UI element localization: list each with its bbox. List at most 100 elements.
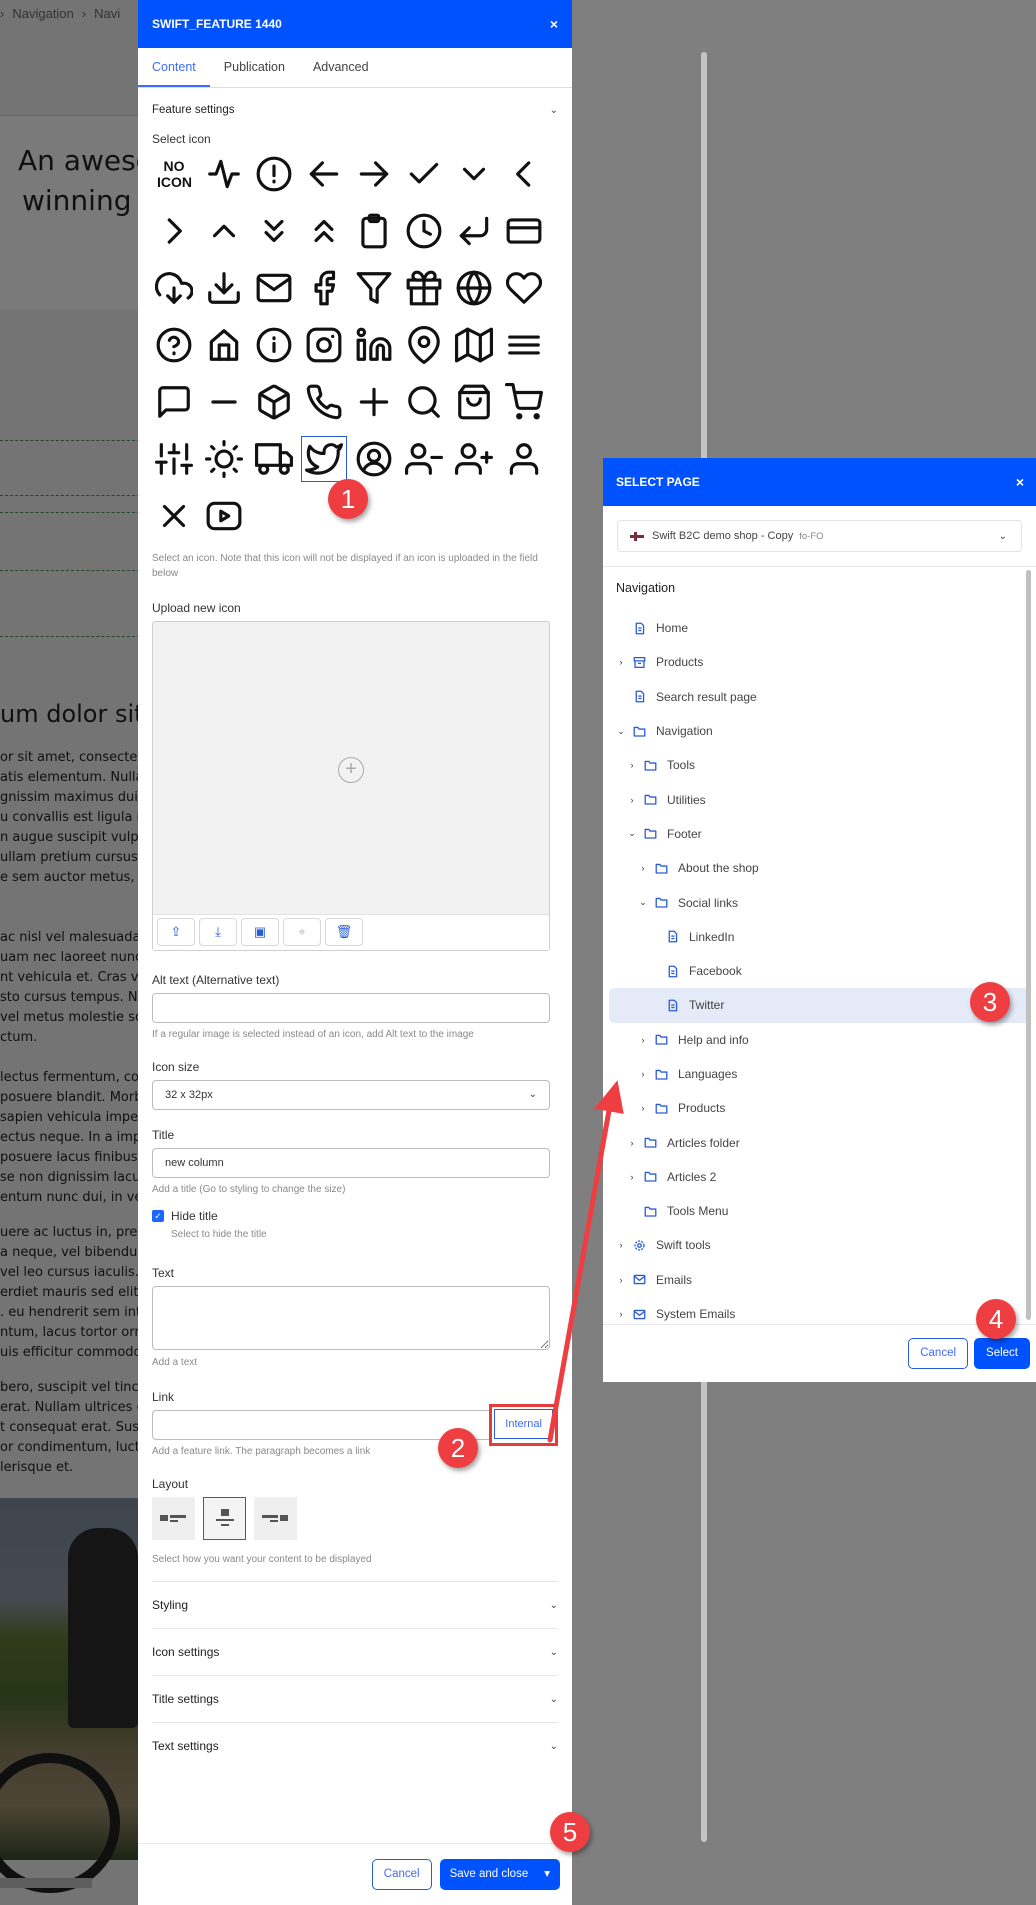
tree-item-products[interactable]: › Products [609, 1091, 1030, 1125]
section-title-settings[interactable]: Title settings ⌄ [152, 1675, 558, 1722]
alt-text-input[interactable] [152, 993, 550, 1023]
chevron-right-icon[interactable]: › [616, 657, 626, 667]
chevron-right-icon[interactable]: › [638, 1035, 648, 1045]
chevron-right-icon[interactable]: › [627, 1172, 637, 1182]
facebook-icon[interactable] [302, 266, 346, 310]
phone-icon[interactable] [302, 380, 346, 424]
arrow-right-icon[interactable] [352, 152, 396, 196]
tree-item-about-the-shop[interactable]: › About the shop [609, 851, 1030, 885]
chevron-right-icon[interactable]: › [616, 1275, 626, 1285]
tree-scrollbar[interactable] [1026, 570, 1031, 1320]
internal-link-button[interactable]: Internal [494, 1409, 553, 1439]
chevron-right-icon[interactable]: › [627, 1138, 637, 1148]
hide-title-checkbox[interactable]: ✓ [152, 1210, 164, 1222]
search-icon[interactable] [402, 380, 446, 424]
help-circle-icon[interactable] [152, 323, 196, 367]
tab-publication[interactable]: Publication [210, 48, 299, 87]
tree-item-languages[interactable]: › Languages [609, 1057, 1030, 1091]
hide-title-checkbox-row[interactable]: ✓ Hide title [152, 1209, 558, 1223]
truck-icon[interactable] [252, 437, 296, 481]
chevron-down-icon[interactable]: ⌄ [616, 726, 626, 737]
arrow-left-icon[interactable] [302, 152, 346, 196]
home-icon[interactable] [202, 323, 246, 367]
minus-icon[interactable] [202, 380, 246, 424]
credit-card-icon[interactable] [502, 209, 546, 253]
icon-size-select[interactable]: 32 x 32px ⌄ [152, 1080, 550, 1110]
message-square-icon[interactable] [152, 380, 196, 424]
tree-item-home[interactable]: Home [609, 611, 1030, 645]
layout-image-left[interactable] [152, 1497, 195, 1540]
clock-icon[interactable] [402, 209, 446, 253]
chevron-up-icon[interactable] [202, 209, 246, 253]
tree-item-articles-2[interactable]: › Articles 2 [609, 1160, 1030, 1194]
section-styling[interactable]: Styling ⌄ [152, 1581, 558, 1628]
map-icon[interactable] [452, 323, 496, 367]
globe-icon[interactable] [452, 266, 496, 310]
upload-dropzone[interactable]: + ⇪ ⤓ ▣ ⌖ 🗑 [152, 621, 550, 951]
sun-icon[interactable] [202, 437, 246, 481]
activity-icon[interactable] [202, 152, 246, 196]
tree-item-social-links[interactable]: ⌄ Social links [609, 885, 1030, 919]
tree-item-facebook[interactable]: Facebook [609, 954, 1030, 988]
section-icon-settings[interactable]: Icon settings ⌄ [152, 1628, 558, 1675]
cancel-button[interactable]: Cancel [371, 1859, 432, 1890]
map-pin-icon[interactable] [402, 323, 446, 367]
tab-advanced[interactable]: Advanced [299, 48, 383, 87]
tree-item-tools-menu[interactable]: Tools Menu [609, 1194, 1030, 1228]
mail-icon[interactable] [252, 266, 296, 310]
clipboard-icon[interactable] [352, 209, 396, 253]
info-icon[interactable] [252, 323, 296, 367]
folder-plus-icon[interactable]: ▣ [241, 918, 279, 946]
download-cloud-icon[interactable] [152, 266, 196, 310]
crosshair-icon[interactable]: ⌖ [283, 918, 321, 946]
tree-item-utilities[interactable]: › Utilities [609, 782, 1030, 816]
user-minus-icon[interactable] [402, 437, 446, 481]
youtube-icon[interactable] [202, 494, 246, 538]
gift-icon[interactable] [402, 266, 446, 310]
chevron-down-icon[interactable]: ⌄ [627, 828, 637, 839]
upload-icon[interactable]: ⇪ [157, 918, 195, 946]
filter-icon[interactable] [352, 266, 396, 310]
no-icon-icon[interactable]: NO ICON [152, 152, 196, 196]
feature-settings-header[interactable]: Feature settings ⌄ [152, 88, 558, 132]
title-input[interactable] [152, 1148, 550, 1178]
heart-icon[interactable] [502, 266, 546, 310]
sliders-icon[interactable] [152, 437, 196, 481]
chevron-right-icon[interactable]: › [638, 1103, 648, 1113]
website-select[interactable]: Swift B2C demo shop - Copy fo-FO ⌄ [617, 520, 1022, 552]
tree-item-products[interactable]: › Products [609, 645, 1030, 679]
user-icon[interactable] [502, 437, 546, 481]
trash-icon[interactable]: 🗑 [325, 918, 363, 946]
chevron-right-icon[interactable]: › [627, 795, 637, 805]
tree-item-navigation[interactable]: ⌄ Navigation [609, 714, 1030, 748]
download-icon[interactable]: ⤓ [199, 918, 237, 946]
chevrons-up-icon[interactable] [302, 209, 346, 253]
link-input[interactable] [152, 1410, 490, 1440]
chevron-right-icon[interactable]: › [638, 1069, 648, 1079]
download-icon[interactable] [202, 266, 246, 310]
tree-item-search-result-page[interactable]: Search result page [609, 680, 1030, 714]
caret-down-icon[interactable]: ▾ [544, 1859, 550, 1890]
tab-content[interactable]: Content [138, 48, 210, 87]
tree-item-emails[interactable]: › Emails [609, 1263, 1030, 1297]
tree-item-help-and-info[interactable]: › Help and info [609, 1023, 1030, 1057]
tree-item-linkedin[interactable]: LinkedIn [609, 920, 1030, 954]
cancel-button[interactable]: Cancel [908, 1338, 969, 1369]
layout-image-right[interactable] [254, 1497, 297, 1540]
chevron-down-icon[interactable] [452, 152, 496, 196]
tree-item-tools[interactable]: › Tools [609, 748, 1030, 782]
package-icon[interactable] [252, 380, 296, 424]
tree-item-articles-folder[interactable]: › Articles folder [609, 1125, 1030, 1159]
user-circle-icon[interactable] [352, 437, 396, 481]
chevron-right-icon[interactable]: › [616, 1240, 626, 1250]
twitter-icon[interactable] [301, 436, 347, 482]
tree-item-twitter[interactable]: Twitter [609, 988, 1030, 1023]
tree-item-swift-tools[interactable]: › Swift tools [609, 1228, 1030, 1262]
chevron-right-icon[interactable] [152, 209, 196, 253]
tree-item-footer[interactable]: ⌄ Footer [609, 817, 1030, 851]
shopping-bag-icon[interactable] [452, 380, 496, 424]
plus-icon[interactable] [352, 380, 396, 424]
close-icon[interactable]: × [1016, 474, 1024, 490]
chevron-right-icon[interactable]: › [616, 1309, 626, 1319]
plus-circle-icon[interactable]: + [338, 757, 364, 783]
